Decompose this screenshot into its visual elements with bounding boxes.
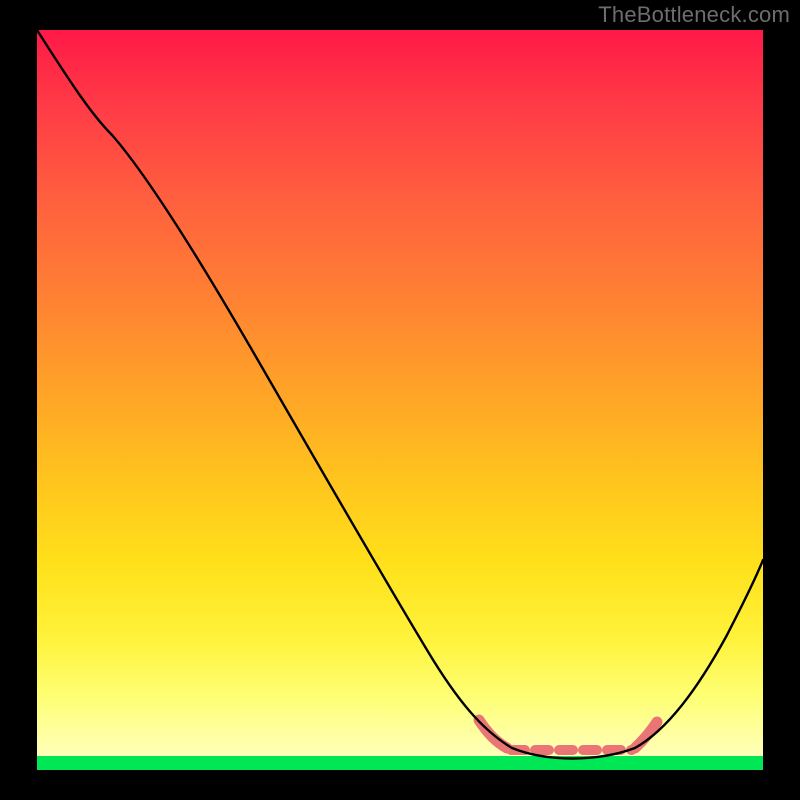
bottleneck-curve	[37, 30, 763, 759]
chart-frame: TheBottleneck.com	[0, 0, 800, 800]
plot-area	[37, 30, 763, 770]
curve-svg	[37, 30, 763, 770]
watermark-text: TheBottleneck.com	[598, 2, 790, 28]
